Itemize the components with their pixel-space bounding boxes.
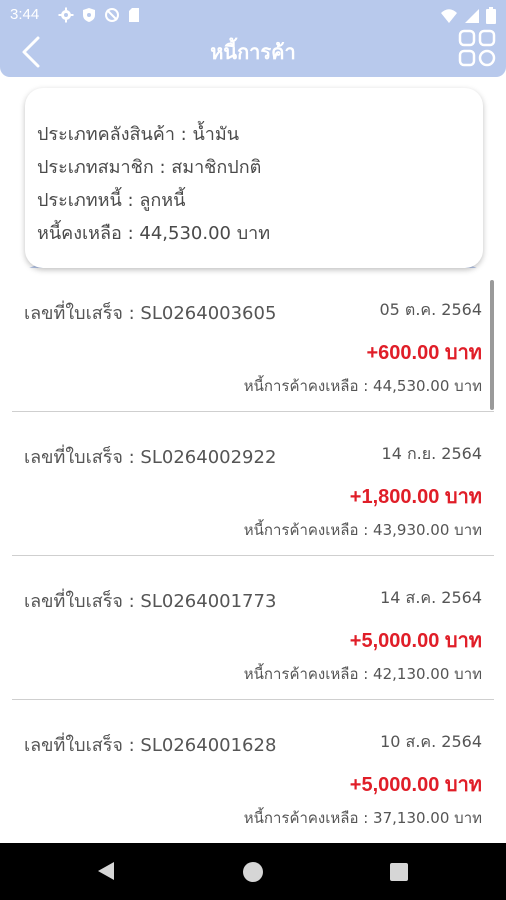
system-nav-bar xyxy=(0,843,506,900)
warehouse-type: ประเภทคลังสินค้า : น้ำมัน xyxy=(37,124,240,145)
nav-back-icon xyxy=(98,862,114,880)
status-bar: 3:44 xyxy=(0,0,506,32)
signal-icon xyxy=(465,8,479,23)
invoice-remaining: หนี้การค้าคงเหลือ : 44,530.00 บาท xyxy=(243,377,482,395)
nav-back-button[interactable] xyxy=(97,861,115,885)
no-sync-icon xyxy=(105,8,119,22)
invoice-date: 14 ก.ย. 2564 xyxy=(381,444,482,463)
grid-icon xyxy=(458,29,496,67)
invoice-remaining: หนี้การค้าคงเหลือ : 37,130.00 บาท xyxy=(243,809,482,827)
menu-grid-button[interactable] xyxy=(458,29,496,67)
invoice-remaining: หนี้การค้าคงเหลือ : 43,930.00 บาท xyxy=(243,521,482,539)
invoice-item[interactable]: เลขที่ใบเสร็จ : SL0264003605 05 ต.ค. 256… xyxy=(12,268,494,412)
member-type: ประเภทสมาชิก : สมาชิกปกติ xyxy=(37,157,262,178)
invoice-item[interactable]: เลขที่ใบเสร็จ : SL0264001628 10 ส.ค. 256… xyxy=(12,700,494,843)
gear-icon xyxy=(58,7,74,23)
invoice-remaining: หนี้การค้าคงเหลือ : 42,130.00 บาท xyxy=(243,665,482,683)
invoice-number: เลขที่ใบเสร็จ : SL0264003605 xyxy=(24,303,277,324)
invoice-list[interactable]: เลขที่ใบเสร็จ : SL0264003605 05 ต.ค. 256… xyxy=(0,268,506,843)
invoice-date: 14 ส.ค. 2564 xyxy=(380,588,482,607)
invoice-amount: +5,000.00 บาท xyxy=(349,630,482,652)
summary-card: ประเภทคลังสินค้า : น้ำมัน ประเภทสมาชิก :… xyxy=(25,88,483,268)
shield-icon xyxy=(83,8,95,22)
battery-icon xyxy=(486,7,496,24)
invoice-amount: +5,000.00 บาท xyxy=(349,774,482,796)
list-scrollbar[interactable] xyxy=(490,280,494,410)
status-icons-right xyxy=(440,7,496,24)
invoice-number: เลขที่ใบเสร็จ : SL0264001628 xyxy=(24,735,277,756)
wifi-icon xyxy=(441,8,457,23)
sd-card-icon xyxy=(129,8,139,22)
nav-recents-icon[interactable] xyxy=(390,863,408,881)
invoice-date: 05 ต.ค. 2564 xyxy=(379,300,482,319)
status-icons-left xyxy=(58,7,140,23)
invoice-amount: +600.00 บาท xyxy=(366,342,482,364)
page-title: หนี้การค้า xyxy=(210,42,296,64)
app-bar: หนี้การค้า xyxy=(0,29,506,77)
invoice-number: เลขที่ใบเสร็จ : SL0264002922 xyxy=(24,447,277,468)
invoice-date: 10 ส.ค. 2564 xyxy=(380,732,482,751)
debt-type: ประเภทหนี้ : ลูกหนี้ xyxy=(37,190,186,211)
invoice-item[interactable]: เลขที่ใบเสร็จ : SL0264001773 14 ส.ค. 256… xyxy=(12,556,494,700)
invoice-number: เลขที่ใบเสร็จ : SL0264001773 xyxy=(24,591,277,612)
remaining-debt: หนี้คงเหลือ : 44,530.00 บาท xyxy=(37,223,271,244)
status-time: 3:44 xyxy=(10,6,40,23)
invoice-amount: +1,800.00 บาท xyxy=(349,486,482,508)
nav-home-icon[interactable] xyxy=(243,862,263,882)
invoice-item[interactable]: เลขที่ใบเสร็จ : SL0264002922 14 ก.ย. 256… xyxy=(12,412,494,556)
